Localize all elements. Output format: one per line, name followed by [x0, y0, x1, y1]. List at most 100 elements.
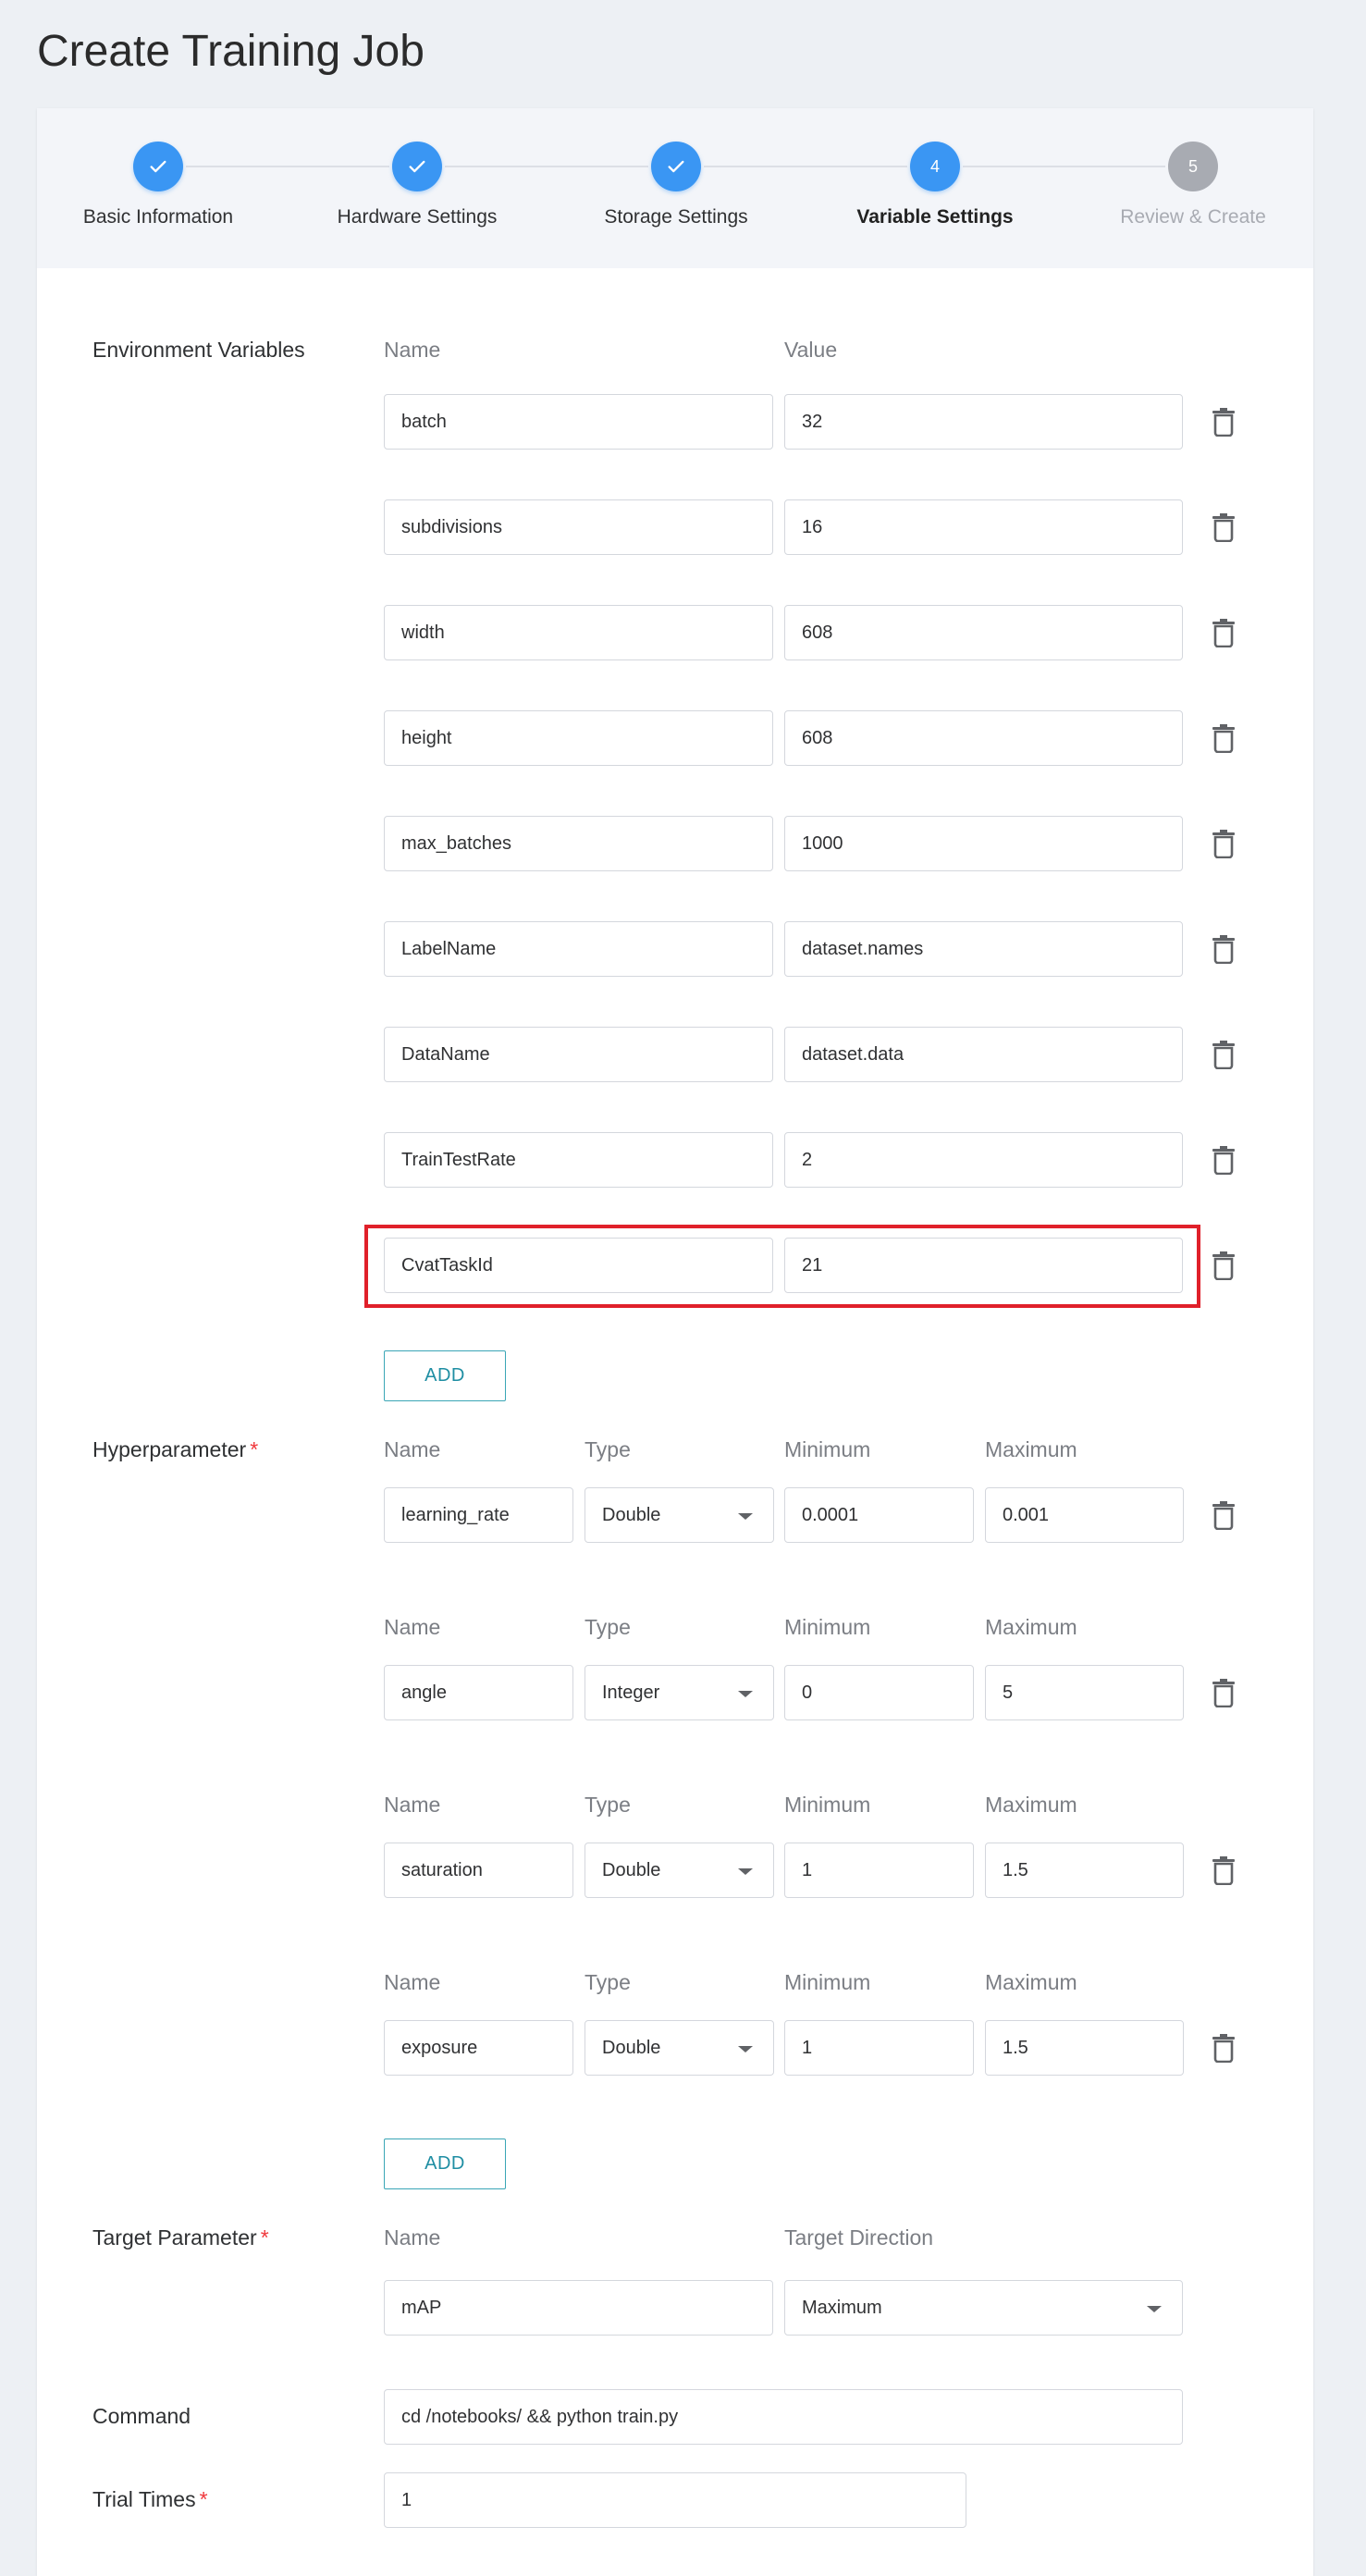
page-title: Create Training Job [37, 27, 425, 76]
step-label: Review & Create [1120, 206, 1266, 228]
env-value-input[interactable] [784, 605, 1183, 660]
env-value-input[interactable] [784, 499, 1183, 555]
hyper-max-header: Maximum [985, 1437, 1077, 1462]
hyper-name-input[interactable] [384, 1843, 573, 1898]
delete-row-icon[interactable] [1212, 1855, 1236, 1886]
target-direction-select[interactable]: Maximum [784, 2280, 1183, 2336]
env-name-input[interactable] [384, 816, 773, 871]
env-section-label-text: Environment Variables [92, 338, 305, 362]
env-name-input[interactable] [384, 921, 773, 977]
hyper-type-select-value: Double [602, 1859, 661, 1880]
step-label: Variable Settings [856, 206, 1014, 228]
trial-times-input[interactable] [384, 2472, 966, 2528]
env-name-input[interactable] [384, 710, 773, 766]
hyper-type-select[interactable]: Double [585, 1487, 774, 1543]
delete-row-icon[interactable] [1212, 618, 1236, 648]
target-name-input[interactable] [384, 2280, 773, 2336]
env-value-input[interactable] [784, 816, 1183, 871]
hyper-min-header: Minimum [784, 1615, 870, 1640]
hyper-min-input[interactable] [784, 2020, 974, 2076]
step-check-icon [392, 142, 442, 191]
hyper-max-header: Maximum [985, 1615, 1077, 1640]
step-4[interactable]: 4 Variable Settings [806, 142, 1064, 228]
hyper-type-header: Type [585, 1437, 631, 1462]
delete-row-icon[interactable] [1212, 1145, 1236, 1176]
step-label: Hardware Settings [337, 206, 498, 228]
chevron-down-icon [738, 2046, 753, 2052]
hyper-min-header-text: Minimum [784, 1793, 871, 1817]
chevron-down-icon [738, 1513, 753, 1520]
delete-row-icon[interactable] [1212, 1040, 1236, 1070]
hyper-min-input[interactable] [784, 1487, 974, 1543]
hyper-section-label: Hyperparameter * [92, 1437, 258, 1462]
hyper-max-input[interactable] [985, 1487, 1184, 1543]
step-label: Storage Settings [604, 206, 748, 228]
hyper-max-header-text: Maximum [985, 1793, 1077, 1817]
hyper-min-header-text: Minimum [784, 1970, 871, 1994]
delete-row-icon[interactable] [1212, 934, 1236, 965]
step-2[interactable]: Hardware Settings [288, 142, 547, 228]
delete-row-icon[interactable] [1212, 1678, 1236, 1708]
target-section-label-text: Target Parameter [92, 2225, 257, 2249]
env-value-input[interactable] [784, 1027, 1183, 1082]
env-value-input[interactable] [784, 921, 1183, 977]
step-number-badge: 5 [1168, 142, 1218, 191]
env-name-input[interactable] [384, 499, 773, 555]
hyper-max-input[interactable] [985, 1843, 1184, 1898]
command-label: Command [92, 2404, 191, 2429]
env-name-input[interactable] [384, 394, 773, 450]
hyper-section-label-text: Hyperparameter [92, 1437, 247, 1461]
hyper-max-header-text: Maximum [985, 1970, 1077, 1994]
target-name-header: Name [384, 2225, 440, 2250]
stepper: Basic Information Hardware Settings Storag… [37, 108, 1313, 268]
env-value-input[interactable] [784, 1132, 1183, 1188]
step-3[interactable]: Storage Settings [547, 142, 806, 228]
step-5[interactable]: 5 Review & Create [1064, 142, 1323, 228]
hyper-type-select-value: Integer [602, 1682, 660, 1703]
delete-row-icon[interactable] [1212, 723, 1236, 754]
hyper-name-input[interactable] [384, 2020, 573, 2076]
delete-row-icon[interactable] [1212, 1500, 1236, 1531]
hyper-type-header-text: Type [585, 1970, 631, 1994]
delete-row-icon[interactable] [1212, 829, 1236, 859]
hyper-max-header-text: Maximum [985, 1437, 1077, 1461]
command-input[interactable] [384, 2389, 1183, 2445]
env-name-input[interactable] [384, 605, 773, 660]
hyper-max-header-text: Maximum [985, 1615, 1077, 1639]
env-name-input[interactable] [384, 1027, 773, 1082]
hyper-type-header: Type [585, 1793, 631, 1818]
highlighted-row-outline [364, 1225, 1200, 1308]
hyper-max-header: Maximum [985, 1970, 1077, 1995]
delete-row-icon[interactable] [1212, 512, 1236, 543]
command-label-text: Command [92, 2404, 191, 2428]
hyper-min-header-text: Minimum [784, 1615, 871, 1639]
target-direction-select-value: Maximum [802, 2297, 882, 2318]
hyper-name-input[interactable] [384, 1487, 573, 1543]
step-1[interactable]: Basic Information [29, 142, 288, 228]
hyper-type-select[interactable]: Integer [585, 1665, 774, 1720]
hyper-type-header-text: Type [585, 1793, 631, 1817]
delete-row-icon[interactable] [1212, 1251, 1236, 1281]
env-name-input[interactable] [384, 1132, 773, 1188]
hyper-name-input[interactable] [384, 1665, 573, 1720]
step-check-icon [651, 142, 701, 191]
hyper-min-input[interactable] [784, 1665, 974, 1720]
hyper-type-select[interactable]: Double [585, 2020, 774, 2076]
hyper-max-input[interactable] [985, 1665, 1184, 1720]
chevron-down-icon [738, 1691, 753, 1697]
hyper-type-select[interactable]: Double [585, 1843, 774, 1898]
hyper-max-header: Maximum [985, 1793, 1077, 1818]
hyper-add-button[interactable]: ADD [384, 2138, 506, 2189]
env-value-input[interactable] [784, 394, 1183, 450]
env-value-input[interactable] [784, 710, 1183, 766]
env-add-button[interactable]: ADD [384, 1350, 506, 1401]
delete-row-icon[interactable] [1212, 407, 1236, 438]
hyper-min-header-text: Minimum [784, 1437, 871, 1461]
hyper-type-header-text: Type [585, 1437, 631, 1461]
hyper-min-input[interactable] [784, 1843, 974, 1898]
hyper-type-header: Type [585, 1615, 631, 1640]
trial-times-label-text: Trial Times [92, 2487, 196, 2511]
delete-row-icon[interactable] [1212, 2033, 1236, 2064]
hyper-max-input[interactable] [985, 2020, 1184, 2076]
hyper-name-header: Name [384, 1970, 440, 1995]
